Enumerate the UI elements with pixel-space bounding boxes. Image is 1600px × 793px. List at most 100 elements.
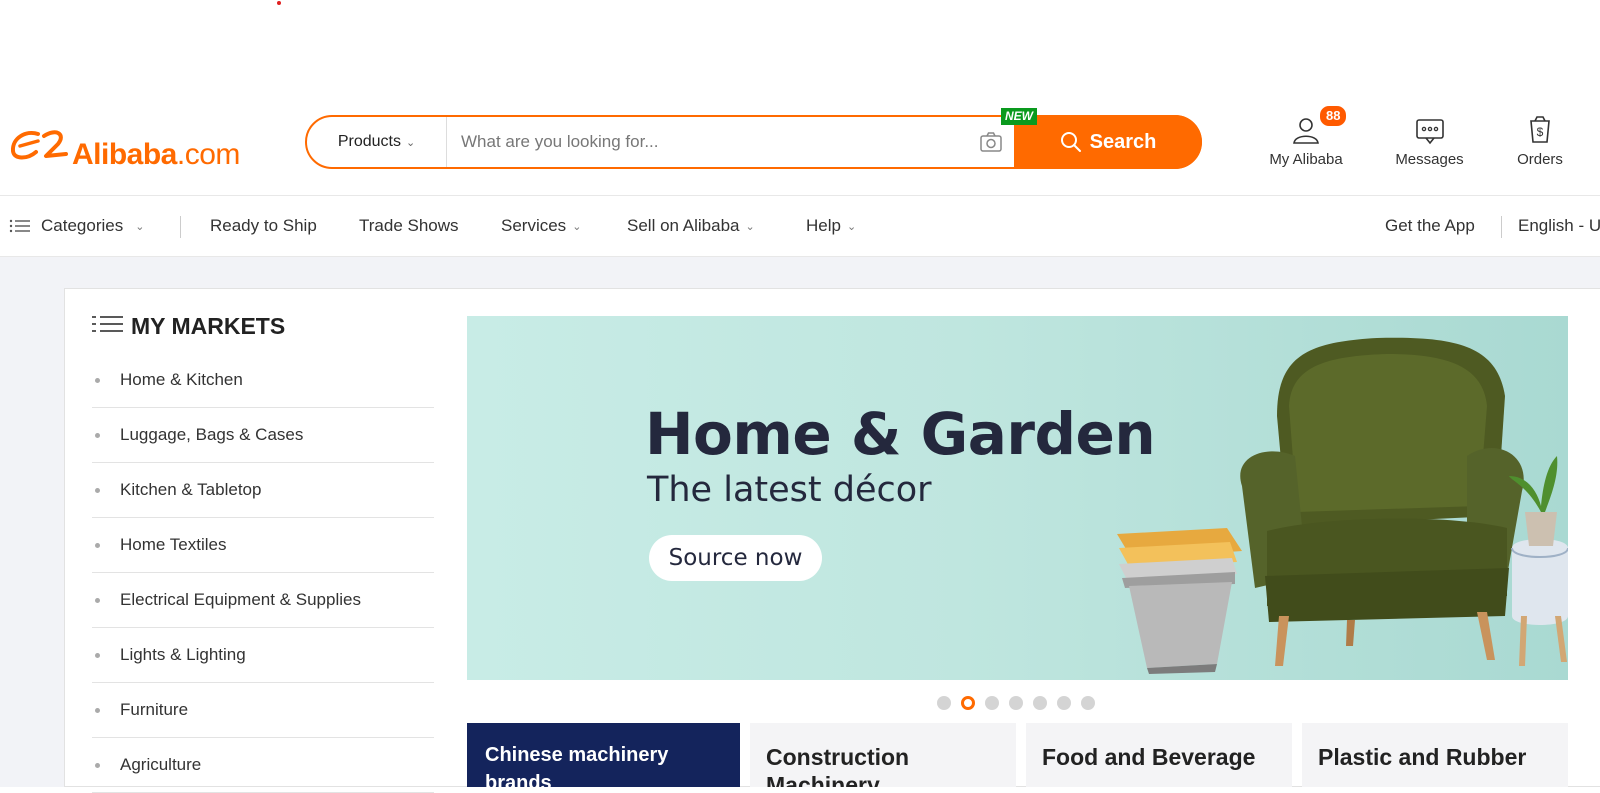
industry-card-label: Plastic and Rubber	[1318, 744, 1527, 770]
nav-trade-shows-label: Trade Shows	[359, 216, 459, 235]
categories-label: Categories	[41, 216, 124, 235]
nav-ready-to-ship[interactable]: Ready to Ship	[210, 196, 317, 256]
bullet-icon	[95, 542, 100, 548]
bullet-icon	[95, 487, 100, 493]
my-alibaba-link[interactable]: My Alibaba 88	[1260, 104, 1352, 168]
market-list: Home & Kitchen Luggage, Bags & Cases Kit…	[92, 353, 434, 793]
orders-link[interactable]: $ Orders	[1510, 104, 1570, 168]
bullet-icon	[95, 597, 100, 603]
alibaba-logo[interactable]: Alibaba.com	[8, 124, 240, 171]
list-icon	[9, 219, 30, 233]
chevron-down-icon: ⌄	[572, 220, 582, 233]
search-input[interactable]	[461, 117, 961, 167]
get-the-app-label: Get the App	[1385, 216, 1475, 235]
categories-menu[interactable]: Categories ⌄	[9, 196, 144, 256]
market-item-label: Home & Kitchen	[120, 370, 243, 389]
nav-services-label: Services	[501, 216, 567, 235]
bullet-icon	[95, 377, 100, 383]
source-now-button[interactable]: Source now	[649, 535, 822, 581]
industry-card[interactable]: Plastic and Rubber	[1302, 723, 1568, 787]
carousel-dot[interactable]	[1081, 696, 1095, 710]
search-bar: Products ⌄ Search NEW	[305, 108, 1202, 169]
main-nav: Categories ⌄ Ready to Ship Trade Shows S…	[0, 195, 1600, 257]
carousel-dot[interactable]	[1057, 696, 1071, 710]
orders-icon: $	[1530, 116, 1550, 143]
carousel-dot[interactable]	[937, 696, 951, 710]
market-item-label: Home Textiles	[120, 535, 227, 554]
nav-services[interactable]: Services ⌄	[501, 196, 581, 256]
search-button-label: Search	[1089, 130, 1157, 153]
my-markets-title: MY MARKETS	[92, 308, 434, 344]
red-dot-marker	[277, 1, 281, 5]
notification-count-badge: 88	[1318, 104, 1349, 128]
market-item-label: Kitchen & Tabletop	[120, 480, 262, 499]
market-item[interactable]: Home Textiles	[92, 518, 434, 573]
messages-link[interactable]: Messages	[1382, 104, 1477, 168]
market-item-label: Furniture	[120, 700, 189, 719]
orders-label: Orders	[1517, 151, 1563, 168]
market-item-label: Electrical Equipment & Supplies	[120, 590, 361, 609]
market-item[interactable]: Electrical Equipment & Supplies	[92, 573, 434, 628]
chevron-down-icon: ⌄	[405, 136, 416, 149]
market-item-label: Lights & Lighting	[120, 645, 246, 664]
new-badge: NEW	[1001, 108, 1037, 125]
bullet-icon	[95, 762, 100, 768]
industry-card-label: Chinese machinery brands	[485, 744, 669, 787]
nav-sell-on-alibaba-label: Sell on Alibaba	[627, 216, 740, 235]
language-selector[interactable]: English - U	[1518, 196, 1600, 256]
logo-wordmark: Alibaba.com	[72, 138, 240, 171]
armchair-illustration	[1117, 337, 1568, 674]
market-item[interactable]: Luggage, Bags & Cases	[92, 408, 434, 463]
market-item[interactable]: Kitchen & Tabletop	[92, 463, 434, 518]
camera-icon[interactable]	[979, 131, 1003, 153]
banner-subtitle: The latest décor	[647, 470, 932, 510]
industry-card[interactable]: Chinese machinery brands	[467, 723, 740, 787]
market-item[interactable]: Lights & Lighting	[92, 628, 434, 683]
messages-label: Messages	[1395, 151, 1464, 168]
search-category-select[interactable]: Products ⌄	[307, 117, 447, 167]
language-label: English - U	[1518, 216, 1600, 235]
nav-divider	[180, 216, 181, 238]
header-actions: My Alibaba 88 Messages $ Orders	[1260, 104, 1570, 174]
top-blank-area	[0, 0, 1600, 100]
nav-trade-shows[interactable]: Trade Shows	[359, 196, 459, 256]
nav-help[interactable]: Help ⌄	[806, 196, 856, 256]
svg-text:$: $	[1537, 125, 1544, 139]
carousel-dot[interactable]	[1009, 696, 1023, 710]
industry-card[interactable]: Food and Beverage	[1026, 723, 1292, 787]
bullet-icon	[95, 652, 100, 658]
market-item[interactable]: Agriculture	[92, 738, 434, 793]
market-item[interactable]: Furniture	[92, 683, 434, 738]
my-markets-title-text: MY MARKETS	[131, 312, 286, 339]
search-button[interactable]: Search	[1014, 115, 1202, 169]
my-markets: MY MARKETS Home & Kitchen Luggage, Bags …	[92, 308, 434, 793]
nav-ready-to-ship-label: Ready to Ship	[210, 216, 317, 235]
carousel-dot-active[interactable]	[961, 696, 975, 710]
message-icon	[1415, 119, 1444, 145]
carousel-dot[interactable]	[985, 696, 999, 710]
hero-banner[interactable]: Home & Garden The latest décor Source no…	[467, 316, 1568, 680]
industry-card-label: Construction Machinery	[766, 744, 910, 787]
market-item-label: Luggage, Bags & Cases	[120, 425, 304, 444]
industry-cards: Chinese machinery brands Construction Ma…	[467, 723, 1568, 787]
carousel-dots	[937, 696, 1095, 710]
market-item-label: Agriculture	[120, 755, 202, 774]
search-category-label: Products	[337, 133, 401, 150]
nav-sell-on-alibaba[interactable]: Sell on Alibaba ⌄	[627, 196, 755, 256]
chevron-down-icon: ⌄	[135, 220, 145, 233]
list-icon	[92, 316, 123, 332]
carousel-dot[interactable]	[1033, 696, 1047, 710]
chevron-down-icon: ⌄	[745, 220, 755, 233]
chevron-down-icon: ⌄	[846, 220, 857, 233]
search-icon	[1060, 132, 1081, 152]
bullet-icon	[95, 707, 100, 713]
user-icon	[1293, 118, 1319, 144]
bullet-icon	[95, 432, 100, 438]
industry-card-label: Food and Beverage	[1042, 744, 1256, 770]
nav-help-label: Help	[806, 216, 841, 235]
market-item[interactable]: Home & Kitchen	[92, 353, 434, 408]
get-the-app-link[interactable]: Get the App	[1385, 196, 1475, 256]
alibaba-logo-icon	[11, 130, 68, 160]
my-alibaba-label: My Alibaba	[1269, 151, 1343, 168]
industry-card[interactable]: Construction Machinery	[750, 723, 1016, 787]
